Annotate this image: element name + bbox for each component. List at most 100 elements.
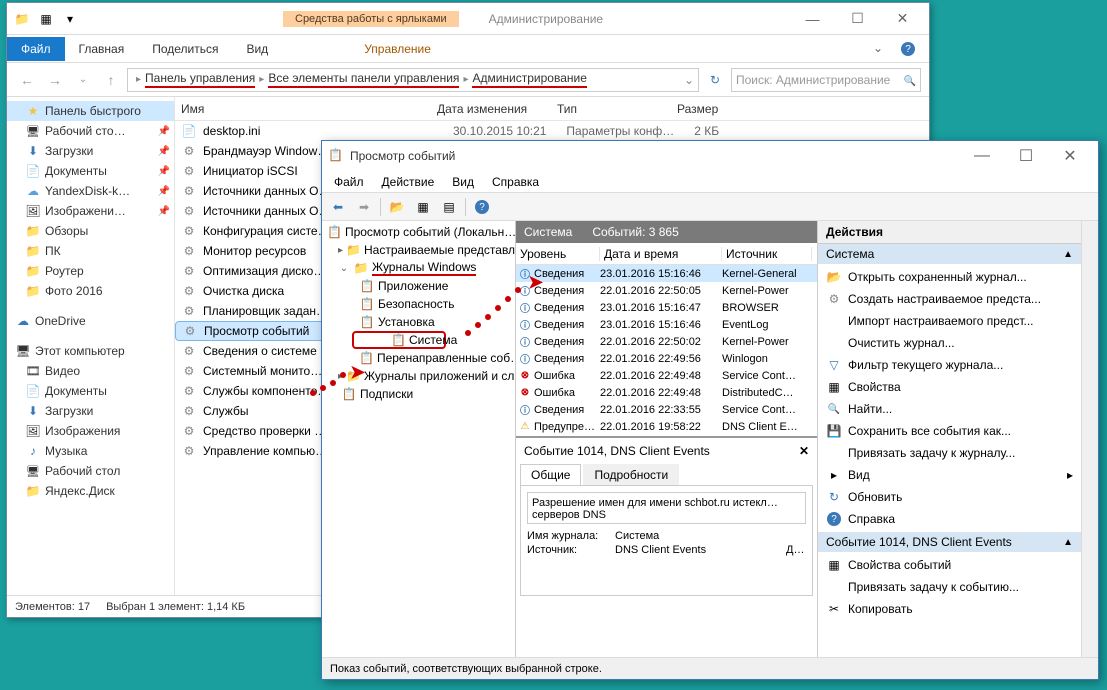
col-level[interactable]: Уровень bbox=[516, 247, 600, 261]
menu-view[interactable]: Вид bbox=[444, 173, 482, 191]
tree-setup-log[interactable]: Установка bbox=[322, 313, 515, 331]
ribbon-tab-file[interactable]: Файл bbox=[7, 37, 65, 61]
event-row[interactable]: Предупре…22.01.2016 19:58:22DNS Client E… bbox=[516, 418, 817, 435]
ribbon-tab-share[interactable]: Поделиться bbox=[138, 37, 232, 61]
event-row[interactable]: Ошибка22.01.2016 22:49:48DistributedC… bbox=[516, 384, 817, 401]
menu-file[interactable]: Файл bbox=[326, 173, 372, 191]
event-row[interactable]: Сведения23.01.2016 15:16:46Kernel-Genera… bbox=[516, 265, 817, 282]
sidebar-item[interactable]: Загрузки bbox=[7, 401, 174, 421]
nav-forward-button[interactable]: → bbox=[43, 68, 67, 92]
events-list[interactable]: Сведения23.01.2016 15:16:46Kernel-Genera… bbox=[516, 265, 817, 437]
ev-minimize-button[interactable]: — bbox=[960, 142, 1004, 170]
sidebar-item[interactable]: Загрузки📌 bbox=[7, 141, 174, 161]
tree-app-log[interactable]: Приложение bbox=[322, 277, 515, 295]
tree-root[interactable]: Просмотр событий (Локальн… bbox=[322, 223, 515, 241]
ribbon-help-icon[interactable] bbox=[897, 41, 919, 57]
action-item[interactable]: Найти... bbox=[818, 398, 1081, 420]
tree-subscriptions[interactable]: Подписки bbox=[322, 385, 515, 403]
tb-help-button[interactable] bbox=[470, 196, 494, 218]
maximize-button[interactable]: ☐ bbox=[835, 5, 880, 33]
col-date[interactable]: Дата изменения bbox=[431, 102, 551, 116]
sidebar-item[interactable]: Рабочий стол bbox=[7, 461, 174, 481]
ribbon-tab-view[interactable]: Вид bbox=[232, 37, 282, 61]
tb-open-button[interactable] bbox=[385, 196, 409, 218]
sidebar-item[interactable]: Документы📌 bbox=[7, 161, 174, 181]
col-type[interactable]: Тип bbox=[551, 102, 671, 116]
ev-maximize-button[interactable]: ☐ bbox=[1004, 142, 1048, 170]
sidebar-item[interactable]: Видео bbox=[7, 361, 174, 381]
ribbon-tab-manage[interactable]: Управление bbox=[350, 37, 445, 61]
qat-new[interactable]: ▾ bbox=[59, 8, 81, 30]
sidebar-item[interactable]: Документы bbox=[7, 381, 174, 401]
tb-forward-button[interactable] bbox=[352, 196, 376, 218]
event-row[interactable]: Ошибка22.01.2016 22:49:48Service Cont… bbox=[516, 367, 817, 384]
col-size[interactable]: Размер bbox=[671, 102, 751, 116]
sidebar-item[interactable]: Изображени…📌 bbox=[7, 201, 174, 221]
action-item[interactable]: Привязать задачу к журналу... bbox=[818, 442, 1081, 464]
tree-custom-views[interactable]: ▸Настраиваемые представле… bbox=[322, 241, 515, 259]
refresh-button[interactable] bbox=[703, 68, 727, 92]
action-item[interactable]: Фильтр текущего журнала... bbox=[818, 354, 1081, 376]
col-datetime[interactable]: Дата и время bbox=[600, 247, 722, 261]
action-item[interactable]: Создать настраиваемое предста... bbox=[818, 288, 1081, 310]
col-source[interactable]: Источник bbox=[722, 247, 812, 261]
sidebar-item[interactable]: Обзоры bbox=[7, 221, 174, 241]
menu-action[interactable]: Действие bbox=[374, 173, 443, 191]
tb-view2-button[interactable]: ▤ bbox=[437, 196, 461, 218]
col-name[interactable]: Имя bbox=[175, 102, 431, 116]
menu-help[interactable]: Справка bbox=[484, 173, 547, 191]
tree-security-log[interactable]: Безопасность bbox=[322, 295, 515, 313]
sidebar-item[interactable]: Яндекс.Диск bbox=[7, 481, 174, 501]
nav-back-button[interactable]: ← bbox=[15, 68, 39, 92]
sidebar-item[interactable]: Изображения bbox=[7, 421, 174, 441]
detail-close-icon[interactable]: ✕ bbox=[799, 444, 809, 458]
action-item[interactable]: Привязать задачу к событию... bbox=[818, 576, 1081, 598]
sidebar-thispc[interactable]: Этот компьютер bbox=[7, 341, 174, 361]
nav-recent-button[interactable]: ⌄ bbox=[71, 68, 95, 92]
action-item[interactable]: Справка bbox=[818, 508, 1081, 530]
sidebar-item[interactable]: Роутер bbox=[7, 261, 174, 281]
ribbon-expand-icon[interactable]: ⌄ bbox=[867, 41, 889, 57]
event-row[interactable]: Сведения23.01.2016 15:16:47BROWSER bbox=[516, 299, 817, 316]
sidebar-onedrive[interactable]: OneDrive bbox=[7, 311, 174, 331]
tree-system-log[interactable]: Система bbox=[352, 331, 446, 349]
minimize-button[interactable]: — bbox=[790, 5, 835, 33]
action-item[interactable]: Свойства событий bbox=[818, 554, 1081, 576]
sidebar-quick-access[interactable]: Панель быстрого bbox=[7, 101, 174, 121]
breadcrumb-2[interactable]: Все элементы панели управления bbox=[268, 71, 459, 88]
sidebar-item[interactable]: Музыка bbox=[7, 441, 174, 461]
tb-back-button[interactable] bbox=[326, 196, 350, 218]
close-button[interactable]: ✕ bbox=[880, 5, 925, 33]
event-row[interactable]: Сведения22.01.2016 22:33:55Service Cont… bbox=[516, 401, 817, 418]
qat-properties[interactable]: ▦ bbox=[35, 8, 57, 30]
actions-scrollbar[interactable] bbox=[1081, 221, 1098, 657]
ribbon-tab-home[interactable]: Главная bbox=[65, 37, 139, 61]
action-item[interactable]: Свойства bbox=[818, 376, 1081, 398]
breadcrumb-3[interactable]: Администрирование bbox=[472, 71, 586, 88]
nav-up-button[interactable]: ↑ bbox=[99, 68, 123, 92]
tb-view1-button[interactable]: ▦ bbox=[411, 196, 435, 218]
sidebar-item[interactable]: ПК bbox=[7, 241, 174, 261]
qat-icon[interactable] bbox=[11, 8, 33, 30]
actions-section-system[interactable]: Система▲ bbox=[818, 244, 1081, 264]
action-item[interactable]: Вид▸ bbox=[818, 464, 1081, 486]
tree-windows-logs[interactable]: ⌄Журналы Windows bbox=[322, 259, 515, 277]
sidebar-item[interactable]: Фото 2016 bbox=[7, 281, 174, 301]
action-item[interactable]: Сохранить все события как... bbox=[818, 420, 1081, 442]
event-row[interactable]: Сведения23.01.2016 15:16:46EventLog bbox=[516, 316, 817, 333]
tab-details[interactable]: Подробности bbox=[583, 464, 679, 485]
event-row[interactable]: Сведения22.01.2016 22:50:02Kernel-Power bbox=[516, 333, 817, 350]
sidebar-item[interactable]: Рабочий сто…📌 bbox=[7, 121, 174, 141]
breadcrumb-1[interactable]: Панель управления bbox=[145, 71, 255, 88]
action-item[interactable]: Копировать bbox=[818, 598, 1081, 620]
action-item[interactable]: Импорт настраиваемого предст... bbox=[818, 310, 1081, 332]
event-row[interactable]: Сведения22.01.2016 22:49:56Winlogon bbox=[516, 350, 817, 367]
sidebar-item[interactable]: YandexDisk-k…📌 bbox=[7, 181, 174, 201]
event-row[interactable]: Сведения22.01.2016 22:50:05Kernel-Power bbox=[516, 282, 817, 299]
action-item[interactable]: Обновить bbox=[818, 486, 1081, 508]
search-input[interactable]: Поиск: Администрирование bbox=[731, 68, 921, 92]
tab-general[interactable]: Общие bbox=[520, 464, 581, 485]
action-item[interactable]: Открыть сохраненный журнал... bbox=[818, 266, 1081, 288]
file-row[interactable]: desktop.ini30.10.2015 10:21Параметры кон… bbox=[175, 121, 929, 141]
actions-section-event[interactable]: Событие 1014, DNS Client Events▲ bbox=[818, 532, 1081, 552]
